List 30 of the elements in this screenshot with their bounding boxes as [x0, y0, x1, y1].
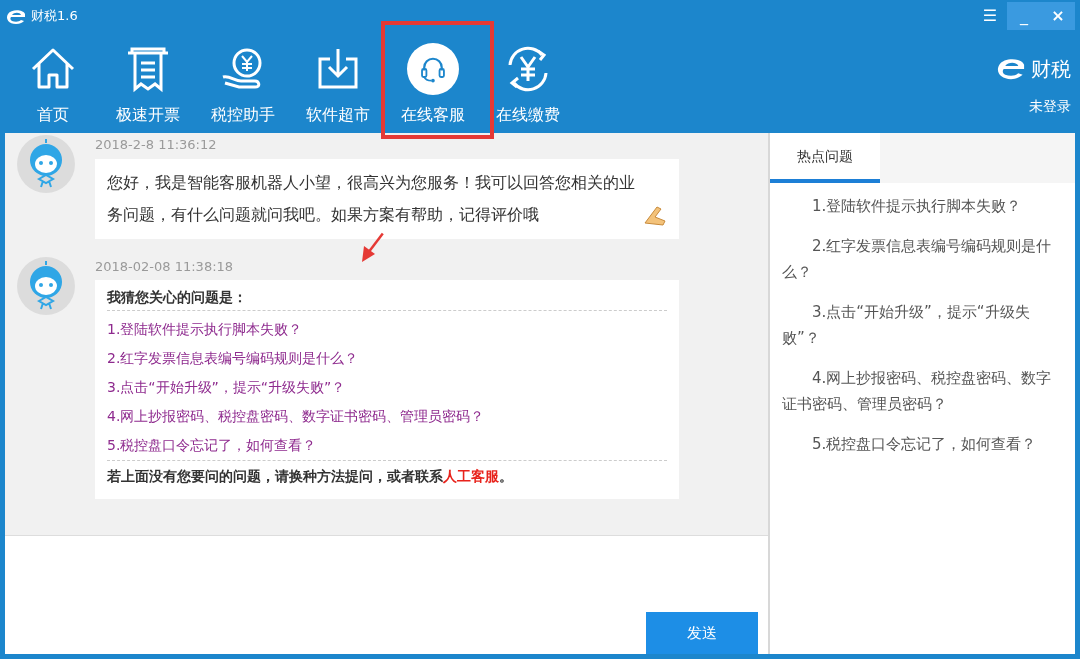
nav-tab[interactable]: 在线客服: [385, 33, 480, 133]
window-title: 财税1.6: [31, 7, 78, 26]
nav-tab[interactable]: 首页: [5, 33, 100, 133]
brand-logo-text: 财税: [1031, 56, 1071, 83]
robot-avatar: [17, 256, 75, 315]
logo-icon: [995, 56, 1027, 82]
pointer-arrow: [362, 232, 384, 262]
message-time: 2018-2-8 11:36:12: [95, 136, 218, 154]
login-status: 未登录: [1029, 97, 1071, 116]
hot-question-link[interactable]: 1.登陆软件提示执行脚本失败？: [782, 193, 1061, 219]
suggested-question-link[interactable]: 4.网上抄报密码、税控盘密码、数字证书密码、管理员密码？: [107, 402, 667, 431]
nav-tab[interactable]: 在线缴费: [480, 33, 575, 133]
suggested-question-link[interactable]: 3.点击“开始升级”，提示“升级失败”？: [107, 373, 667, 402]
hot-question-link[interactable]: 2.红字发票信息表编号编码规则是什么？: [782, 233, 1061, 285]
suggested-question-link[interactable]: 2.红字发票信息表编号编码规则是什么？: [107, 344, 667, 373]
message-time: 2018-02-08 11:38:18: [95, 257, 235, 276]
message-text: 您好，我是智能客服机器人小望，很高兴为您服务！我可以回答您相关的业务问题，有什么问题就问我吧。如果方案有帮助，记得评价哦: [107, 171, 636, 226]
nav-tab[interactable]: 极速开票: [100, 33, 195, 133]
hot-question-link[interactable]: 4.网上抄报密码、税控盘密码、数字证书密码、管理员密码？: [782, 365, 1061, 417]
nav-tab[interactable]: 软件超市: [290, 33, 385, 133]
message-footer: 若上面没有您要问的问题，请换种方法提问，或者联系人工客服。: [107, 461, 667, 491]
panel-tab[interactable]: 热点问题: [770, 133, 880, 183]
hot-question-link[interactable]: 3.点击“开始升级”，提示“升级失败”？: [782, 299, 1061, 351]
hot-question-link[interactable]: 5.税控盘口令忘记了，如何查看？: [782, 431, 1061, 457]
message-heading: 我猜您关心的问题是：: [107, 288, 248, 307]
suggested-question-link[interactable]: 1.登陆软件提示执行脚本失败？: [107, 315, 667, 344]
menu-button[interactable]: ☰: [973, 2, 1007, 30]
suggested-question-link[interactable]: 5.税控盘口令忘记了，如何查看？: [107, 431, 667, 460]
nav-tab[interactable]: 税控助手: [195, 33, 290, 133]
human-service-link[interactable]: 人工客服: [443, 468, 499, 484]
